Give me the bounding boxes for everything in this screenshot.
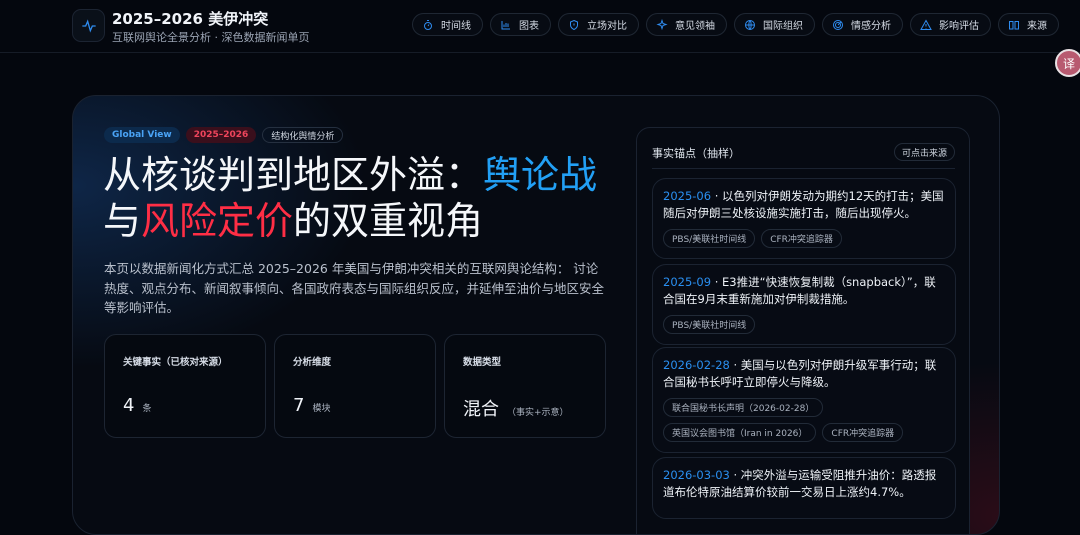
stat-card-facts: 关键事实（已核对来源） 4 条 (104, 334, 266, 438)
nav-label: 立场对比 (587, 21, 627, 32)
source-link[interactable]: PBS/美联社时间线 (663, 229, 756, 248)
nav-radar[interactable]: 情感分析 (822, 13, 903, 36)
fact-date: 2026-02-28 (663, 358, 730, 372)
source-link[interactable]: 联合国秘书长声明（2026-02-28） (663, 398, 824, 417)
radar-icon (833, 19, 843, 30)
stat-value: 4 (123, 395, 135, 416)
tag-analysis: 结构化舆情分析 (262, 127, 344, 143)
nav-label: 时间线 (441, 21, 471, 32)
fact-text: 2026-02-28 · 美国与以色列对伊朗升级军事行动；联合国秘书长呼吁立即停… (663, 357, 945, 391)
nav-shield[interactable]: 立场对比 (558, 13, 639, 36)
nav-warning[interactable]: 影响评估 (910, 13, 991, 36)
source-link[interactable]: CFR冲突追踪器 (822, 423, 904, 442)
stat-value: 7 (293, 395, 305, 416)
stat-label: 分析维度 (293, 357, 332, 368)
fact-item: 2025-06 · 以色列对伊朗发动为期约12天的打击；美国随后对伊朗三处核设施… (652, 178, 956, 259)
stopwatch-icon (424, 19, 432, 30)
title-part: 的双重视角 (293, 199, 484, 243)
fact-item: 2026-03-03 · 冲突外溢与运输受阻推升油价：路透报道布伦特原油结算价较… (652, 457, 956, 519)
site-subtitle: 互联网舆论全景分析 · 深色数据新闻单页 (112, 31, 310, 44)
hero-card: Global View 2025–2026 结构化舆情分析 从核谈判到地区外溢：… (72, 95, 1000, 535)
hero-tags: Global View 2025–2026 结构化舆情分析 (104, 127, 344, 143)
nav-label: 情感分析 (851, 21, 891, 32)
title-highlight-blue: 舆论战 (483, 153, 598, 197)
top-header: 2025–2026 美伊冲突 互联网舆论全景分析 · 深色数据新闻单页 时间线 图… (0, 0, 1080, 53)
stat-label: 数据类型 (463, 357, 502, 368)
warning-icon (920, 18, 932, 30)
translate-icon[interactable]: 译 (1055, 49, 1080, 77)
fact-sources: 联合国秘书长声明（2026-02-28） 英国议会图书馆（Iran in 2026… (663, 398, 945, 442)
fact-date: 2025-09 (663, 275, 712, 289)
facts-title: 事实锚点（抽样） (652, 147, 740, 160)
book-icon (1009, 20, 1019, 29)
fact-text: 2026-03-03 · 冲突外溢与运输受阻推升油价：路透报道布伦特原油结算价较… (663, 467, 945, 501)
fact-date: 2026-03-03 (663, 468, 730, 482)
stat-unit: 模块 (312, 404, 331, 414)
nav-globe[interactable]: 国际组织 (734, 13, 815, 36)
pulse-logo-icon[interactable] (72, 9, 105, 42)
stat-label: 关键事实（已核对来源） (123, 357, 228, 368)
fact-text: 2025-09 · E3推进“快速恢复制裁（snapback）”，联合国在9月末… (663, 274, 945, 308)
nav-label: 意见领袖 (675, 21, 715, 32)
title-part: 与 (103, 199, 142, 243)
stat-card-dimensions: 分析维度 7 模块 (274, 334, 436, 438)
nav-label: 图表 (519, 21, 539, 32)
shield-icon (570, 19, 578, 30)
globe-icon (745, 19, 755, 30)
fact-date: 2025-06 (663, 189, 712, 203)
hero-title: 从核谈判到地区外溢：舆论战与风险定价的双重视角 (103, 152, 623, 244)
site-title: 2025–2026 美伊冲突 (112, 10, 269, 28)
fact-sources: PBS/美联社时间线 CFR冲突追踪器 (663, 229, 945, 248)
tag-years: 2025–2026 (185, 127, 257, 143)
main-nav: 时间线 图表 立场对比 意见领袖 国际组织 情感分析 影响评估 来源 (412, 13, 1059, 36)
stat-card-data-type: 数据类型混合 （事实+示意） (444, 334, 606, 438)
fact-item: 2026-02-28 · 美国与以色列对伊朗升级军事行动；联合国秘书长呼吁立即停… (652, 347, 956, 453)
title-part: 从核谈判到地区外溢： (103, 153, 484, 197)
nav-label: 影响评估 (939, 21, 979, 32)
tag-global-view: Global View (104, 127, 180, 143)
nav-label: 国际组织 (763, 21, 803, 32)
nav-sparkle[interactable]: 意见领袖 (646, 13, 727, 36)
nav-book[interactable]: 来源 (998, 13, 1059, 36)
facts-panel: 事实锚点（抽样） 可点击来源 2025-06 · 以色列对伊朗发动为期约12天的… (636, 127, 970, 534)
stat-unit: 条 (142, 404, 152, 414)
fact-item: 2025-09 · E3推进“快速恢复制裁（snapback）”，联合国在9月末… (652, 264, 956, 345)
hero-description: 本页以数据新闻化方式汇总 2025–2026 年美国与伊朗冲突相关的互联网舆论结… (104, 261, 605, 315)
source-link[interactable]: CFR冲突追踪器 (761, 229, 842, 248)
nav-stopwatch[interactable]: 时间线 (412, 13, 483, 36)
title-highlight-red: 风险定价 (141, 199, 294, 243)
bar-chart-icon (501, 20, 510, 29)
stat-unit: （事实+示意） (507, 408, 569, 418)
fact-text: 2025-06 · 以色列对伊朗发动为期约12天的打击；美国随后对伊朗三处核设施… (663, 188, 945, 222)
facts-badge: 可点击来源 (893, 143, 955, 161)
stat-value: 混合 (463, 399, 499, 420)
nav-bar-chart[interactable]: 图表 (490, 13, 551, 36)
source-link[interactable]: PBS/美联社时间线 (663, 315, 756, 334)
nav-label: 来源 (1027, 21, 1047, 32)
divider (652, 168, 955, 169)
sparkle-icon (656, 18, 668, 30)
source-link[interactable]: 英国议会图书馆（Iran in 2026） (663, 423, 817, 442)
fact-sources: PBS/美联社时间线 (663, 315, 945, 334)
